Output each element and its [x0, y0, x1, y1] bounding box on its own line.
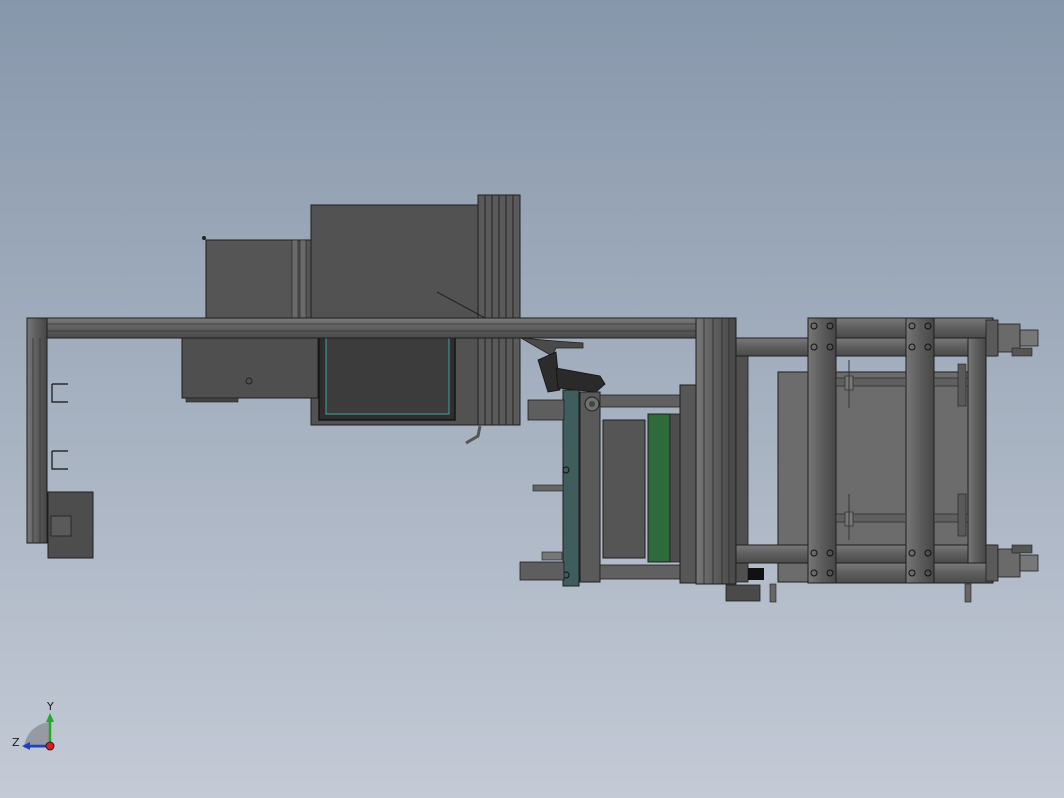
z-axis-label: Z: [12, 736, 20, 749]
graphics-viewport[interactable]: Y Z: [0, 0, 1064, 798]
left-vertical-post: [26, 317, 94, 559]
x-axis-marker: [45, 741, 55, 751]
caster-wheel-top: [985, 319, 1039, 357]
upper-cabinet-left: [202, 236, 317, 321]
coordinate-triad: Y Z: [12, 700, 55, 751]
machine-assembly-model[interactable]: Y Z: [0, 0, 1064, 798]
right-frame: [735, 317, 997, 603]
gripper-arm: [520, 337, 606, 393]
y-axis-label: Y: [46, 700, 54, 713]
caster-wheel-bottom: [985, 544, 1039, 582]
top-extrusion-rail: [26, 317, 708, 339]
control-box: [181, 337, 319, 403]
conveyor-station: [519, 389, 683, 587]
